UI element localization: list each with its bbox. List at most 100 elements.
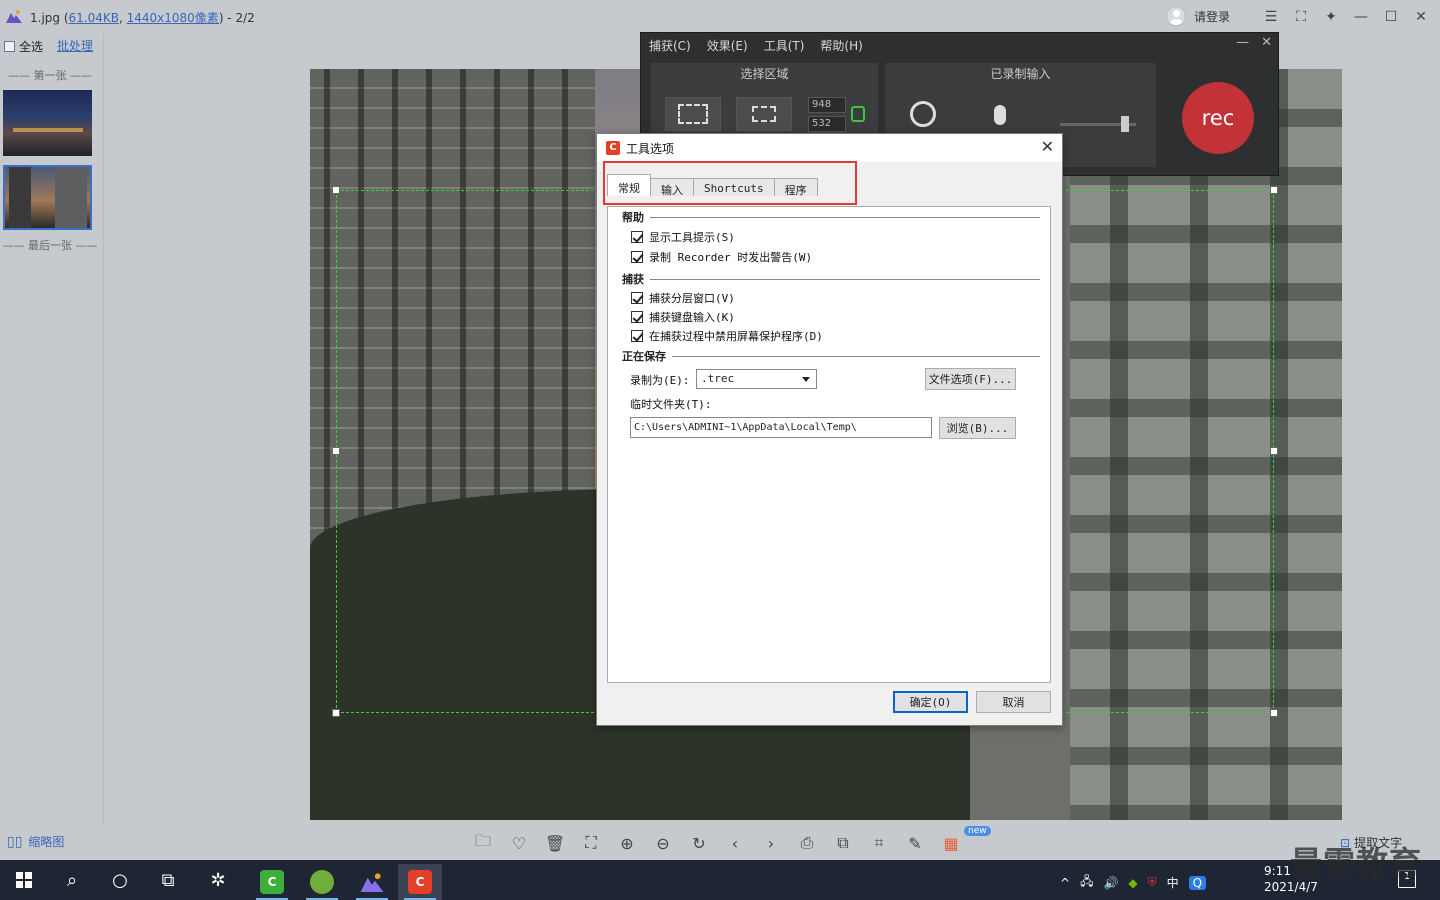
pin-icon[interactable]: ✦ (1318, 4, 1344, 30)
warn-recorder-checkbox[interactable]: 录制 Recorder 时发出警告(W) (631, 249, 812, 265)
resize-handle-left[interactable] (332, 447, 340, 455)
camtasia-editor-taskbar-icon[interactable]: C (250, 864, 294, 900)
network-icon[interactable]: 🖧 (1080, 872, 1093, 893)
menu-icon[interactable]: ☰ (1258, 4, 1284, 30)
resolution-link[interactable]: 1440x1080像素 (127, 11, 219, 25)
zoom-in-icon[interactable]: ⊕ (616, 832, 638, 854)
cancel-button[interactable]: 取消 (976, 691, 1051, 713)
resize-handle-bottom-left[interactable] (332, 709, 340, 717)
menu-capture[interactable]: 捕获(C) (649, 37, 691, 54)
height-field[interactable]: 532 (808, 116, 846, 132)
tray-expand-icon[interactable]: ^ (1060, 876, 1070, 890)
show-tooltips-check[interactable] (631, 231, 643, 243)
cortana-icon[interactable]: ○ (106, 866, 134, 894)
general-tab-panel: 帮助 显示工具提示(S) 录制 Recorder 时发出警告(W) 捕获 捕获分… (607, 206, 1051, 683)
microphone-icon[interactable] (994, 105, 1006, 125)
record-as-value: .trec (701, 372, 735, 385)
favorite-icon[interactable]: ♡ (508, 832, 530, 854)
resize-handle-top-right[interactable] (1270, 186, 1278, 194)
disable-screensaver-check[interactable] (631, 330, 643, 342)
capture-keyboard-checkbox[interactable]: 捕获键盘输入(K) (631, 309, 735, 325)
rec-button[interactable]: rec (1182, 82, 1254, 154)
warn-recorder-check[interactable] (631, 251, 643, 263)
menu-effects[interactable]: 效果(E) (707, 37, 748, 54)
group-saving-title: 正在保存 (622, 348, 1040, 364)
qq-icon[interactable]: Q (1188, 875, 1207, 890)
maximize-icon[interactable]: ☐ (1378, 4, 1404, 30)
recorder-close-icon[interactable]: ✕ (1261, 35, 1272, 50)
previous-icon[interactable]: ‹ (724, 832, 746, 854)
image-viewer-taskbar-icon[interactable] (350, 864, 394, 900)
login-area[interactable]: 请登录 (1166, 6, 1230, 26)
thumbnail-2-selected[interactable] (3, 165, 92, 230)
edit-icon[interactable]: ✎ (904, 832, 926, 854)
select-all-box[interactable] (4, 41, 15, 52)
menu-help[interactable]: 帮助(H) (820, 37, 862, 54)
capture-layered-check[interactable] (631, 292, 643, 304)
capture-keyboard-check[interactable] (631, 311, 643, 323)
app-logo-icon (6, 10, 22, 23)
viewer-title: 1.jpg (61.04KB, 1440x1080像素) - 2/2 (30, 9, 255, 26)
thumbnail-view-button[interactable]: ▯▯ 缩略图 (7, 833, 64, 850)
camtasia-recorder-taskbar-icon[interactable]: C (398, 864, 442, 900)
rotate-icon[interactable]: ↻ (688, 832, 710, 854)
volume-slider-knob[interactable] (1121, 116, 1129, 132)
file-size-link[interactable]: 61.04KB (69, 11, 119, 25)
windows-start-icon[interactable] (10, 866, 38, 894)
lock-aspect-icon[interactable] (851, 106, 865, 122)
show-tooltips-checkbox[interactable]: 显示工具提示(S) (631, 229, 735, 245)
tab-general[interactable]: 常规 (607, 174, 651, 196)
minimize-icon[interactable]: — (1348, 4, 1374, 30)
apps-icon[interactable]: ▦ (940, 832, 962, 854)
melon-app-taskbar-icon[interactable] (300, 864, 344, 900)
select-all-checkbox[interactable]: 全选 (4, 38, 43, 55)
print-icon[interactable]: ⎙ (796, 832, 818, 854)
avatar-icon (1166, 6, 1186, 26)
webcam-icon[interactable] (910, 101, 936, 127)
disable-screensaver-checkbox[interactable]: 在捕获过程中禁用屏幕保护程序(D) (631, 328, 823, 344)
capture-layered-label: 捕获分层窗口(V) (649, 292, 735, 305)
fullscreen-monitor-icon (678, 104, 708, 124)
dialog-titlebar: C 工具选项 ✕ (597, 134, 1062, 162)
next-icon[interactable]: › (760, 832, 782, 854)
volume-icon[interactable]: 🔊 (1103, 876, 1118, 890)
close-icon[interactable]: ✕ (1408, 4, 1434, 30)
search-icon[interactable]: ⌕ (58, 866, 86, 894)
temp-folder-input[interactable]: C:\Users\ADMINI~1\AppData\Local\Temp\ (630, 417, 932, 438)
menu-tools[interactable]: 工具(T) (764, 37, 805, 54)
copy-icon[interactable]: ⧉ (832, 832, 854, 854)
nvidia-icon[interactable]: ◆ (1128, 876, 1137, 890)
ime-indicator[interactable]: 中 (1167, 874, 1179, 891)
delete-icon[interactable]: 🗑 (544, 832, 566, 854)
resize-handle-right[interactable] (1270, 447, 1278, 455)
thumbnail-1[interactable] (3, 90, 92, 156)
resize-handle-bottom-right[interactable] (1270, 709, 1278, 717)
record-as-label: 录制为(E): (630, 374, 690, 387)
recorder-minimize-icon[interactable]: — (1236, 35, 1249, 50)
batch-link[interactable]: 批处理 (57, 37, 93, 54)
task-view-icon[interactable]: ⧉ (154, 866, 182, 894)
resize-handle-top-left[interactable] (332, 186, 340, 194)
dialog-close-icon[interactable]: ✕ (1041, 137, 1054, 156)
login-link[interactable]: 请登录 (1194, 8, 1230, 25)
ok-button[interactable]: 确定(O) (893, 691, 968, 713)
pinwheel-app-icon[interactable]: ✲ (204, 866, 232, 894)
fullscreen-capture-button[interactable] (665, 97, 721, 131)
zoom-out-icon[interactable]: ⊖ (652, 832, 674, 854)
scan-icon[interactable]: ⌗ (868, 832, 890, 854)
select-all-label: 全选 (19, 40, 44, 54)
disable-screensaver-label: 在捕获过程中禁用屏幕保护程序(D) (649, 330, 823, 343)
fullscreen-icon[interactable]: ⛶ (1288, 4, 1314, 30)
custom-capture-button[interactable] (736, 97, 792, 131)
capture-layered-checkbox[interactable]: 捕获分层窗口(V) (631, 290, 735, 306)
crop-icon[interactable]: ⛶ (580, 832, 602, 854)
open-folder-icon[interactable]: 🗀 (472, 831, 494, 854)
record-as-select[interactable]: .trec (696, 369, 817, 389)
select-area-title: 选择区域 (740, 67, 789, 81)
width-field[interactable]: 948 (808, 97, 846, 113)
title-prefix: 1.jpg ( (30, 11, 69, 25)
file-options-button[interactable]: 文件选项(F)... (925, 368, 1016, 390)
recorder-menu: 捕获(C) 效果(E) 工具(T) 帮助(H) (649, 37, 863, 54)
browse-button[interactable]: 浏览(B)... (939, 417, 1016, 439)
security-shield-icon[interactable]: ⛨ (1148, 875, 1157, 890)
